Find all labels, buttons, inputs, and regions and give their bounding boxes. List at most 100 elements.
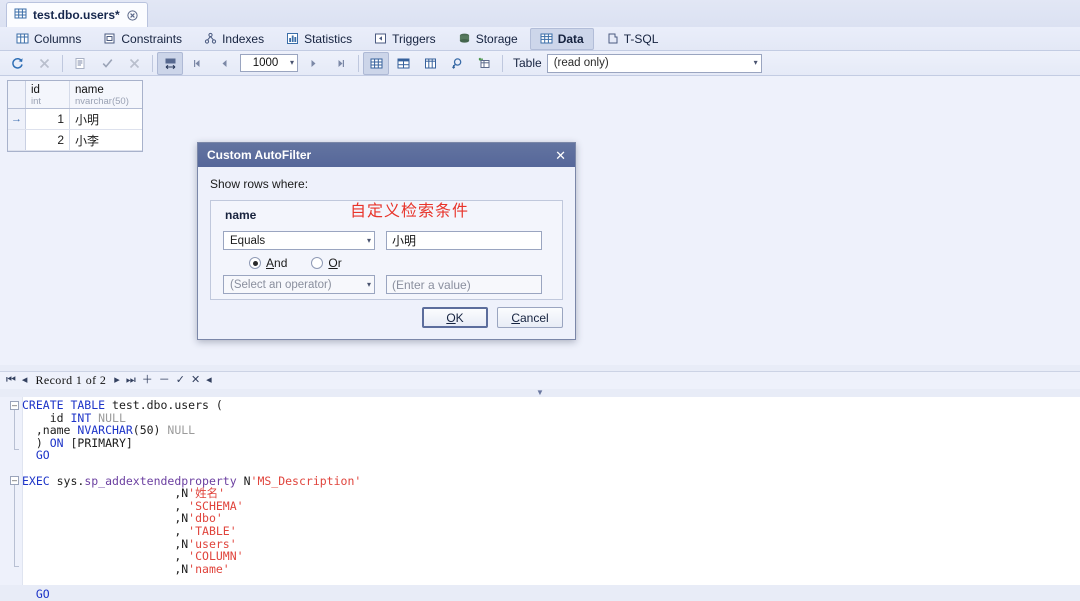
first-record-icon[interactable]: ⏮ [3,375,19,386]
delete-record-icon[interactable]: － [156,375,173,386]
chevron-down-icon[interactable]: ▾ [754,59,758,67]
toolbar-separator [358,54,359,72]
column-name: id [31,84,40,96]
sql-token: NULL [167,423,196,438]
sql-token: test.dbo.users ( [112,398,223,412]
table-mode-dropdown[interactable]: (read only) ▾ [546,53,762,73]
dialog-title-bar[interactable]: Custom AutoFilter ✕ [198,143,575,167]
value-input-2[interactable]: (Enter a value) [386,275,542,294]
record-position-label: Record 1 of 2 [35,373,107,387]
table-row[interactable]: 2 小李 [8,130,142,151]
data-grid[interactable]: id int name nvarchar(50) → 1 小明 2 小李 [7,80,143,152]
radio-or-dot[interactable] [311,257,324,269]
sql-token: [PRIMARY] [70,435,133,450]
column-header-name[interactable]: name nvarchar(50) [70,81,142,108]
script-icon[interactable] [67,52,93,75]
table-row[interactable]: → 1 小明 [8,109,142,130]
toolbar-separator [62,54,63,72]
find-icon[interactable] [444,52,470,75]
grid-view-icon[interactable] [363,51,389,75]
prev-page-icon[interactable] [211,52,237,75]
collapse-nav-icon[interactable]: ◂ [203,375,215,386]
sql-token: (50) [132,423,168,438]
chevron-down-icon[interactable]: ▼ [536,389,544,397]
form-view-icon[interactable] [417,52,443,75]
radio-and[interactable]: And [249,256,287,270]
prev-record-icon[interactable]: ◂ [19,375,31,386]
tab-columns[interactable]: Columns [6,28,91,50]
operator-dropdown-1[interactable]: Equals ▾ [223,231,375,250]
tab-tsql-label: T-SQL [623,31,659,46]
cell-id[interactable]: 2 [26,130,70,150]
close-icon[interactable] [126,9,139,22]
next-record-icon[interactable]: ▸ [111,375,123,386]
card-view-icon[interactable] [390,52,416,75]
first-page-icon[interactable] [184,52,210,75]
last-page-icon[interactable] [327,52,353,75]
tab-constraints[interactable]: Constraints [93,28,192,50]
cancel-record-icon[interactable]: ✕ [188,375,203,386]
tab-tsql[interactable]: T-SQL [596,28,669,50]
chevron-down-icon[interactable]: ▾ [367,280,371,289]
fold-guide-end [14,566,19,567]
ok-button[interactable]: OK [422,307,488,328]
stop-icon[interactable] [31,52,57,75]
tab-triggers[interactable]: Triggers [364,28,446,50]
row-limit-value: 1000 [252,57,279,69]
row-header [8,130,26,150]
record-navigator: ⏮ ◂ Record 1 of 2 ▸ ⏭ ＋ － ✓ ✕ ◂ [0,371,1080,389]
data-grid-icon [540,32,553,45]
tab-data[interactable]: Data [529,27,594,50]
table-mode-value: (read only) [553,57,609,69]
rollback-icon[interactable] [121,52,147,75]
tab-statistics-label: Statistics [304,31,353,46]
sql-line: ,name NVARCHAR(50) NULL [22,424,1080,437]
operator-value-2: (Select an operator) [230,278,332,291]
operator-dropdown-2[interactable]: (Select an operator) ▾ [223,275,375,294]
fold-toggle-create[interactable]: – [10,401,19,410]
fold-guide [14,485,15,566]
fit-columns-icon[interactable] [157,51,183,75]
fold-toggle-exec[interactable]: – [10,476,19,485]
radio-or[interactable]: Or [311,256,342,270]
statistics-icon [286,32,299,45]
next-page-icon[interactable] [300,52,326,75]
last-record-icon[interactable]: ⏭ [123,375,139,386]
chevron-down-icon[interactable]: ▾ [290,59,294,67]
cancel-button-label: Cancel [511,310,549,325]
close-icon[interactable]: ✕ [553,149,568,162]
row-limit-stepper[interactable]: 1000 ▾ [240,54,298,72]
sql-line [22,575,1080,588]
cell-name[interactable]: 小李 [70,130,142,150]
document-tab-users[interactable]: test.dbo.users* [6,2,148,27]
chevron-down-icon[interactable]: ▾ [367,236,371,245]
custom-autofilter-dialog: Custom AutoFilter ✕ Show rows where: 自定义… [197,142,576,340]
radio-and-dot[interactable] [249,257,261,269]
cancel-button[interactable]: Cancel [497,307,563,328]
tab-statistics[interactable]: Statistics [276,28,362,50]
object-editor-tabs: Columns Constraints Indexes Statistics T… [0,27,1080,51]
filter-icon[interactable] [471,52,497,75]
ok-button-label: OK [446,310,464,325]
refresh-icon[interactable] [4,52,30,75]
table-mode-label: Table [513,56,542,70]
commit-record-icon[interactable]: ✓ [173,375,188,386]
dialog-buttons: OK Cancel [198,307,577,328]
add-record-icon[interactable]: ＋ [139,375,156,386]
operator-value-1: Equals [230,234,266,247]
cell-id[interactable]: 1 [26,109,70,129]
column-header-id[interactable]: id int [26,81,70,108]
tsql-preview-pane[interactable]: – – CREATE TABLE test.dbo.users ( id INT… [0,397,1080,600]
table-icon [14,7,27,23]
tab-storage[interactable]: Storage [448,28,528,50]
show-rows-where-label: Show rows where: [210,177,309,191]
cell-name[interactable]: 小明 [70,109,142,129]
sql-code[interactable]: CREATE TABLE test.dbo.users ( id INT NUL… [22,399,1080,601]
indexes-icon [204,32,217,45]
dialog-title: Custom AutoFilter [207,148,312,162]
sql-token: ON [49,435,71,450]
value-input-1[interactable]: 小明 [386,231,542,250]
commit-icon[interactable] [94,52,120,75]
tab-storage-label: Storage [475,31,518,46]
tab-indexes[interactable]: Indexes [194,28,274,50]
